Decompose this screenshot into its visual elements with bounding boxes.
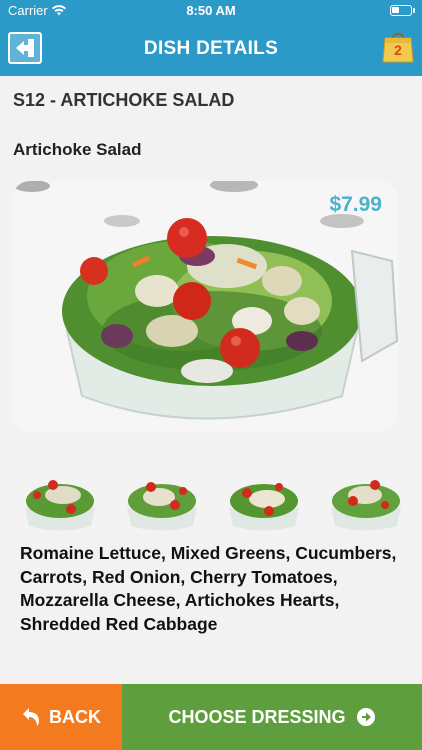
thumbnail-image — [13, 471, 106, 533]
bottom-action-bar: BACK CHOOSE DRESSING — [0, 684, 422, 750]
status-bar: Carrier 8:50 AM — [0, 0, 422, 22]
cart-button[interactable]: 2 — [382, 28, 414, 64]
status-time: 8:50 AM — [186, 3, 236, 18]
thumbnail-3[interactable] — [217, 471, 310, 533]
choose-dressing-label: CHOOSE DRESSING — [168, 706, 346, 727]
thumbnail-image — [217, 471, 310, 533]
thumbnail-1[interactable] — [13, 471, 106, 533]
photo-thumbnails — [13, 471, 413, 533]
arrow-circle-right-icon — [356, 708, 375, 726]
thumbnail-2[interactable] — [115, 471, 208, 533]
thumbnail-4[interactable] — [319, 471, 412, 533]
choose-dressing-button[interactable]: CHOOSE DRESSING — [122, 684, 422, 750]
back-button[interactable]: BACK — [0, 684, 122, 750]
salad-bowl-illustration — [12, 181, 398, 432]
page-title: DISH DETAILS — [143, 38, 279, 59]
thumbnail-image — [319, 471, 412, 533]
ingredients-text: Romaine Lettuce, Mixed Greens, Cucumbers… — [20, 543, 397, 634]
undo-arrow-icon — [23, 708, 39, 726]
back-button-label: BACK — [49, 706, 101, 727]
dish-code-title: S12 - ARTICHOKE SALAD — [13, 90, 235, 110]
thumbnail-image — [115, 471, 208, 533]
dish-photo[interactable]: $7.99 — [12, 181, 398, 432]
dish-price: $7.99 — [329, 193, 382, 216]
cart-count-badge: 2 — [394, 42, 402, 58]
battery-icon — [390, 5, 415, 16]
dish-name: Artichoke Salad — [13, 140, 142, 159]
nav-bar: DISH DETAILS 2 — [0, 22, 422, 76]
